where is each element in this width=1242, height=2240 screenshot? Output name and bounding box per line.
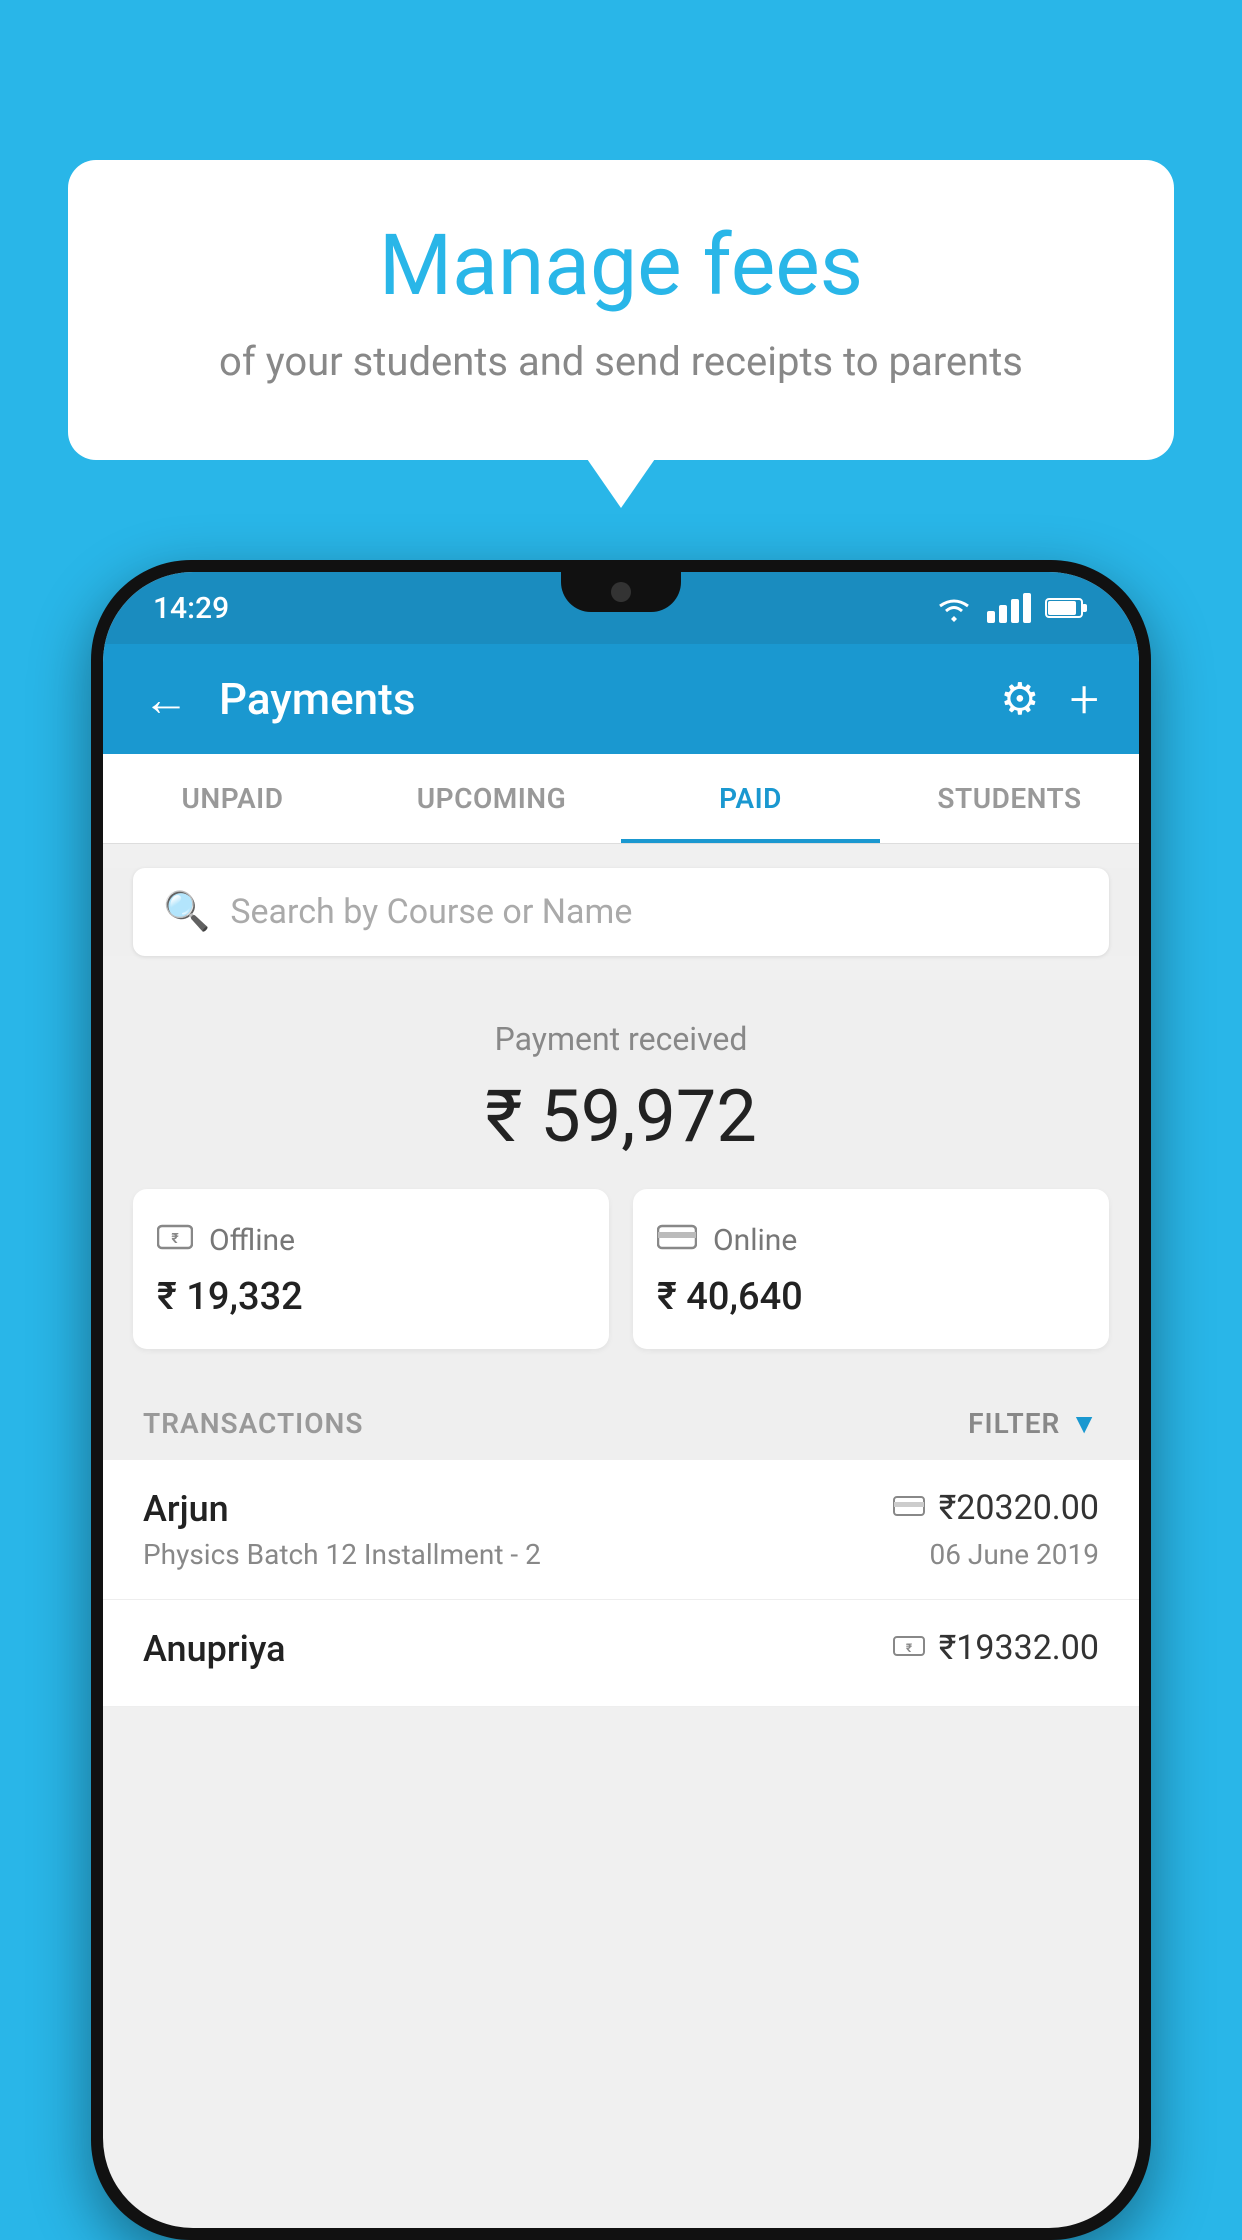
payment-cards: ₹ Offline ₹ 19,332 bbox=[133, 1189, 1109, 1349]
svg-text:₹: ₹ bbox=[171, 1231, 179, 1247]
transaction-name: Anupriya bbox=[143, 1628, 286, 1670]
payment-total-amount: ₹ 59,972 bbox=[133, 1074, 1109, 1159]
bubble-subtitle: of your students and send receipts to pa… bbox=[118, 334, 1124, 390]
transaction-amount: ₹19332.00 bbox=[939, 1628, 1099, 1668]
transaction-amount-wrap: ₹ ₹19332.00 bbox=[893, 1628, 1099, 1668]
offline-label: Offline bbox=[209, 1223, 295, 1258]
settings-icon[interactable]: ⚙ bbox=[1000, 673, 1039, 725]
transaction-date: 06 June 2019 bbox=[929, 1538, 1099, 1571]
search-bar[interactable]: 🔍 Search by Course or Name bbox=[133, 868, 1109, 956]
app-bar-title: Payments bbox=[219, 673, 970, 725]
tab-paid[interactable]: PAID bbox=[621, 754, 880, 843]
back-button[interactable]: ← bbox=[143, 672, 189, 727]
status-icons bbox=[935, 593, 1089, 623]
payment-summary: Payment received ₹ 59,972 ₹ Offline bbox=[103, 980, 1139, 1379]
offline-amount: ₹ 19,332 bbox=[157, 1275, 585, 1319]
camera bbox=[611, 582, 631, 602]
tab-unpaid[interactable]: UNPAID bbox=[103, 754, 362, 843]
transaction-row-top: Anupriya ₹ ₹19332.00 bbox=[143, 1628, 1099, 1670]
bubble-title: Manage fees bbox=[118, 220, 1124, 312]
transaction-row-top: Arjun ₹20320.00 bbox=[143, 1488, 1099, 1530]
offline-card: ₹ Offline ₹ 19,332 bbox=[133, 1189, 609, 1349]
transaction-course: Physics Batch 12 Installment - 2 bbox=[143, 1538, 541, 1571]
battery-icon bbox=[1045, 596, 1089, 620]
transactions-list: Arjun ₹20320.00 Physics Batch 12 Install… bbox=[103, 1460, 1139, 1707]
search-placeholder: Search by Course or Name bbox=[230, 892, 632, 932]
wifi-icon bbox=[935, 594, 973, 622]
phone-frame: 14:29 bbox=[91, 560, 1151, 2240]
transaction-name: Arjun bbox=[143, 1488, 229, 1530]
app-bar: ← Payments ⚙ + bbox=[103, 644, 1139, 754]
phone-inner: 14:29 bbox=[103, 572, 1139, 2228]
online-card: Online ₹ 40,640 bbox=[633, 1189, 1109, 1349]
status-bar: 14:29 bbox=[103, 572, 1139, 644]
search-icon: 🔍 bbox=[163, 890, 210, 934]
payment-received-label: Payment received bbox=[133, 1020, 1109, 1058]
transaction-item: Arjun ₹20320.00 Physics Batch 12 Install… bbox=[103, 1460, 1139, 1600]
svg-text:₹: ₹ bbox=[906, 1641, 913, 1655]
transaction-payment-icon bbox=[893, 1491, 925, 1526]
tabs: UNPAID UPCOMING PAID STUDENTS bbox=[103, 754, 1139, 844]
signal-icon bbox=[987, 593, 1031, 623]
filter-button[interactable]: FILTER ▼ bbox=[968, 1407, 1099, 1440]
tab-upcoming[interactable]: UPCOMING bbox=[362, 754, 621, 843]
tab-students[interactable]: STUDENTS bbox=[880, 754, 1139, 843]
online-card-header: Online bbox=[657, 1219, 1085, 1261]
transaction-amount-wrap: ₹20320.00 bbox=[893, 1488, 1099, 1528]
transactions-header: TRANSACTIONS FILTER ▼ bbox=[103, 1379, 1139, 1460]
filter-icon: ▼ bbox=[1070, 1407, 1099, 1440]
transaction-row-bottom: Physics Batch 12 Installment - 2 06 June… bbox=[143, 1538, 1099, 1571]
online-label: Online bbox=[713, 1223, 797, 1258]
add-button[interactable]: + bbox=[1070, 669, 1099, 730]
offline-card-header: ₹ Offline bbox=[157, 1219, 585, 1261]
online-amount: ₹ 40,640 bbox=[657, 1275, 1085, 1319]
status-time: 14:29 bbox=[153, 591, 229, 626]
transactions-label: TRANSACTIONS bbox=[143, 1407, 363, 1440]
online-icon bbox=[657, 1219, 697, 1261]
filter-label: FILTER bbox=[968, 1407, 1060, 1440]
app-bar-actions: ⚙ + bbox=[1000, 669, 1099, 730]
speech-bubble: Manage fees of your students and send re… bbox=[68, 160, 1174, 460]
transaction-item: Anupriya ₹ ₹19332.00 bbox=[103, 1600, 1139, 1707]
transaction-amount: ₹20320.00 bbox=[939, 1488, 1099, 1528]
notch bbox=[561, 572, 681, 612]
offline-icon: ₹ bbox=[157, 1219, 193, 1261]
transaction-payment-icon-offline: ₹ bbox=[893, 1631, 925, 1666]
